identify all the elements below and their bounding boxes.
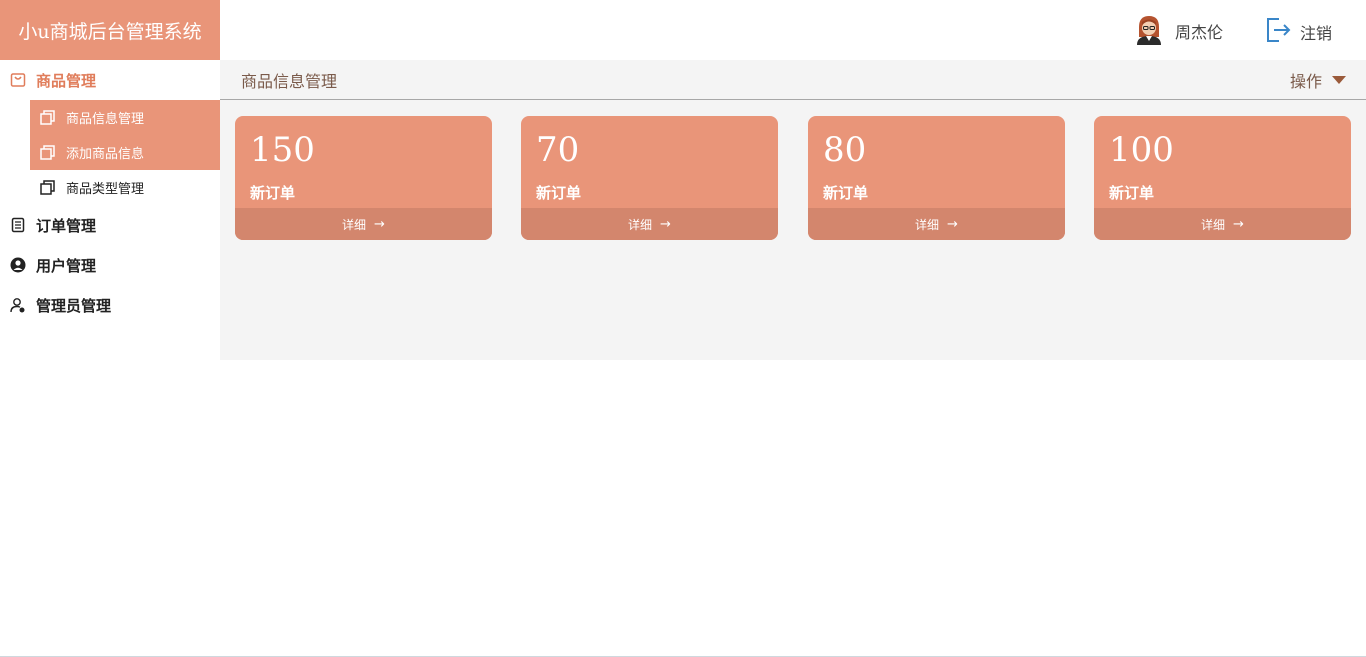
sidebar-item-label: 管理员管理: [36, 296, 112, 315]
sidebar-subitem-add-product[interactable]: 添加商品信息: [30, 135, 220, 170]
arrow-right-icon: →: [660, 216, 671, 232]
arrow-right-icon: →: [374, 216, 385, 232]
sidebar-item-order-management[interactable]: 订单管理: [0, 205, 220, 245]
sidebar-subitem-product-info[interactable]: 商品信息管理: [30, 100, 220, 135]
arrow-right-icon: →: [947, 216, 958, 232]
stat-label: 新订单: [823, 184, 869, 202]
sidebar-item-label: 商品管理: [36, 71, 97, 90]
breadcrumb-bar: 商品信息管理 操作: [220, 60, 1366, 100]
operations-label: 操作: [1289, 71, 1322, 91]
sidebar-subitem-label: 商品信息管理: [66, 112, 145, 127]
sidebar-item-label: 订单管理: [36, 216, 97, 235]
main-content: 商品信息管理 操作 150 新订单 详细 → 70 新订单 详细 → 80 新订…: [220, 60, 1366, 360]
copy-icon: [40, 109, 56, 126]
detail-label: 详细: [915, 217, 940, 232]
sidebar-item-user-management[interactable]: 用户管理: [0, 245, 220, 285]
sidebar: 商品管理 商品信息管理 添加商品信息 商品类型管理 订单管理 用户管理 管理员管…: [0, 60, 220, 325]
operations-dropdown[interactable]: 操作: [1290, 68, 1346, 92]
detail-label: 详细: [1201, 217, 1226, 232]
sidebar-subitem-label: 商品类型管理: [66, 182, 145, 197]
sidebar-item-label: 用户管理: [36, 256, 97, 275]
logout-icon: [1264, 16, 1292, 48]
stat-card: 70 新订单 详细 →: [521, 116, 778, 240]
copy-icon: [40, 179, 56, 196]
submenu-product: 商品信息管理 添加商品信息 商品类型管理: [30, 100, 220, 205]
stat-value: 70: [536, 130, 580, 170]
stat-label: 新订单: [250, 184, 296, 202]
sidebar-item-product-management[interactable]: 商品管理: [0, 60, 220, 100]
detail-link[interactable]: 详细 →: [808, 208, 1065, 240]
shopping-bag-icon: [10, 72, 26, 88]
stat-card: 100 新订单 详细 →: [1094, 116, 1351, 240]
detail-link[interactable]: 详细 →: [521, 208, 778, 240]
stat-card: 80 新订单 详细 →: [808, 116, 1065, 240]
stat-value: 100: [1109, 130, 1174, 170]
detail-label: 详细: [628, 217, 653, 232]
avatar: [1133, 13, 1165, 49]
arrow-right-icon: →: [1233, 216, 1244, 232]
user-profile[interactable]: 周杰伦: [1133, 14, 1223, 48]
logout-button[interactable]: 注销: [1264, 16, 1332, 48]
sidebar-item-admin-management[interactable]: 管理员管理: [0, 285, 220, 325]
app-title: 小u商城后台管理系统: [0, 0, 220, 60]
stat-label: 新订单: [536, 184, 582, 202]
copy-icon: [40, 144, 56, 161]
caret-down-icon: [1332, 75, 1346, 84]
stat-card: 150 新订单 详细 →: [235, 116, 492, 240]
admin-user-icon: [10, 297, 26, 313]
stat-value: 150: [250, 130, 315, 170]
sidebar-subitem-label: 添加商品信息: [66, 147, 145, 162]
detail-link[interactable]: 详细 →: [235, 208, 492, 240]
stat-label: 新订单: [1109, 184, 1155, 202]
stat-cards: 150 新订单 详细 → 70 新订单 详细 → 80 新订单 详细 → 100: [235, 116, 1351, 240]
user-name: 周杰伦: [1175, 23, 1224, 42]
detail-label: 详细: [342, 217, 367, 232]
user-circle-icon: [10, 257, 26, 273]
document-list-icon: [10, 217, 26, 233]
detail-link[interactable]: 详细 →: [1094, 208, 1351, 240]
breadcrumb: 商品信息管理: [241, 71, 338, 91]
stat-value: 80: [823, 130, 867, 170]
logout-label: 注销: [1300, 24, 1333, 43]
sidebar-subitem-product-type[interactable]: 商品类型管理: [30, 170, 220, 205]
